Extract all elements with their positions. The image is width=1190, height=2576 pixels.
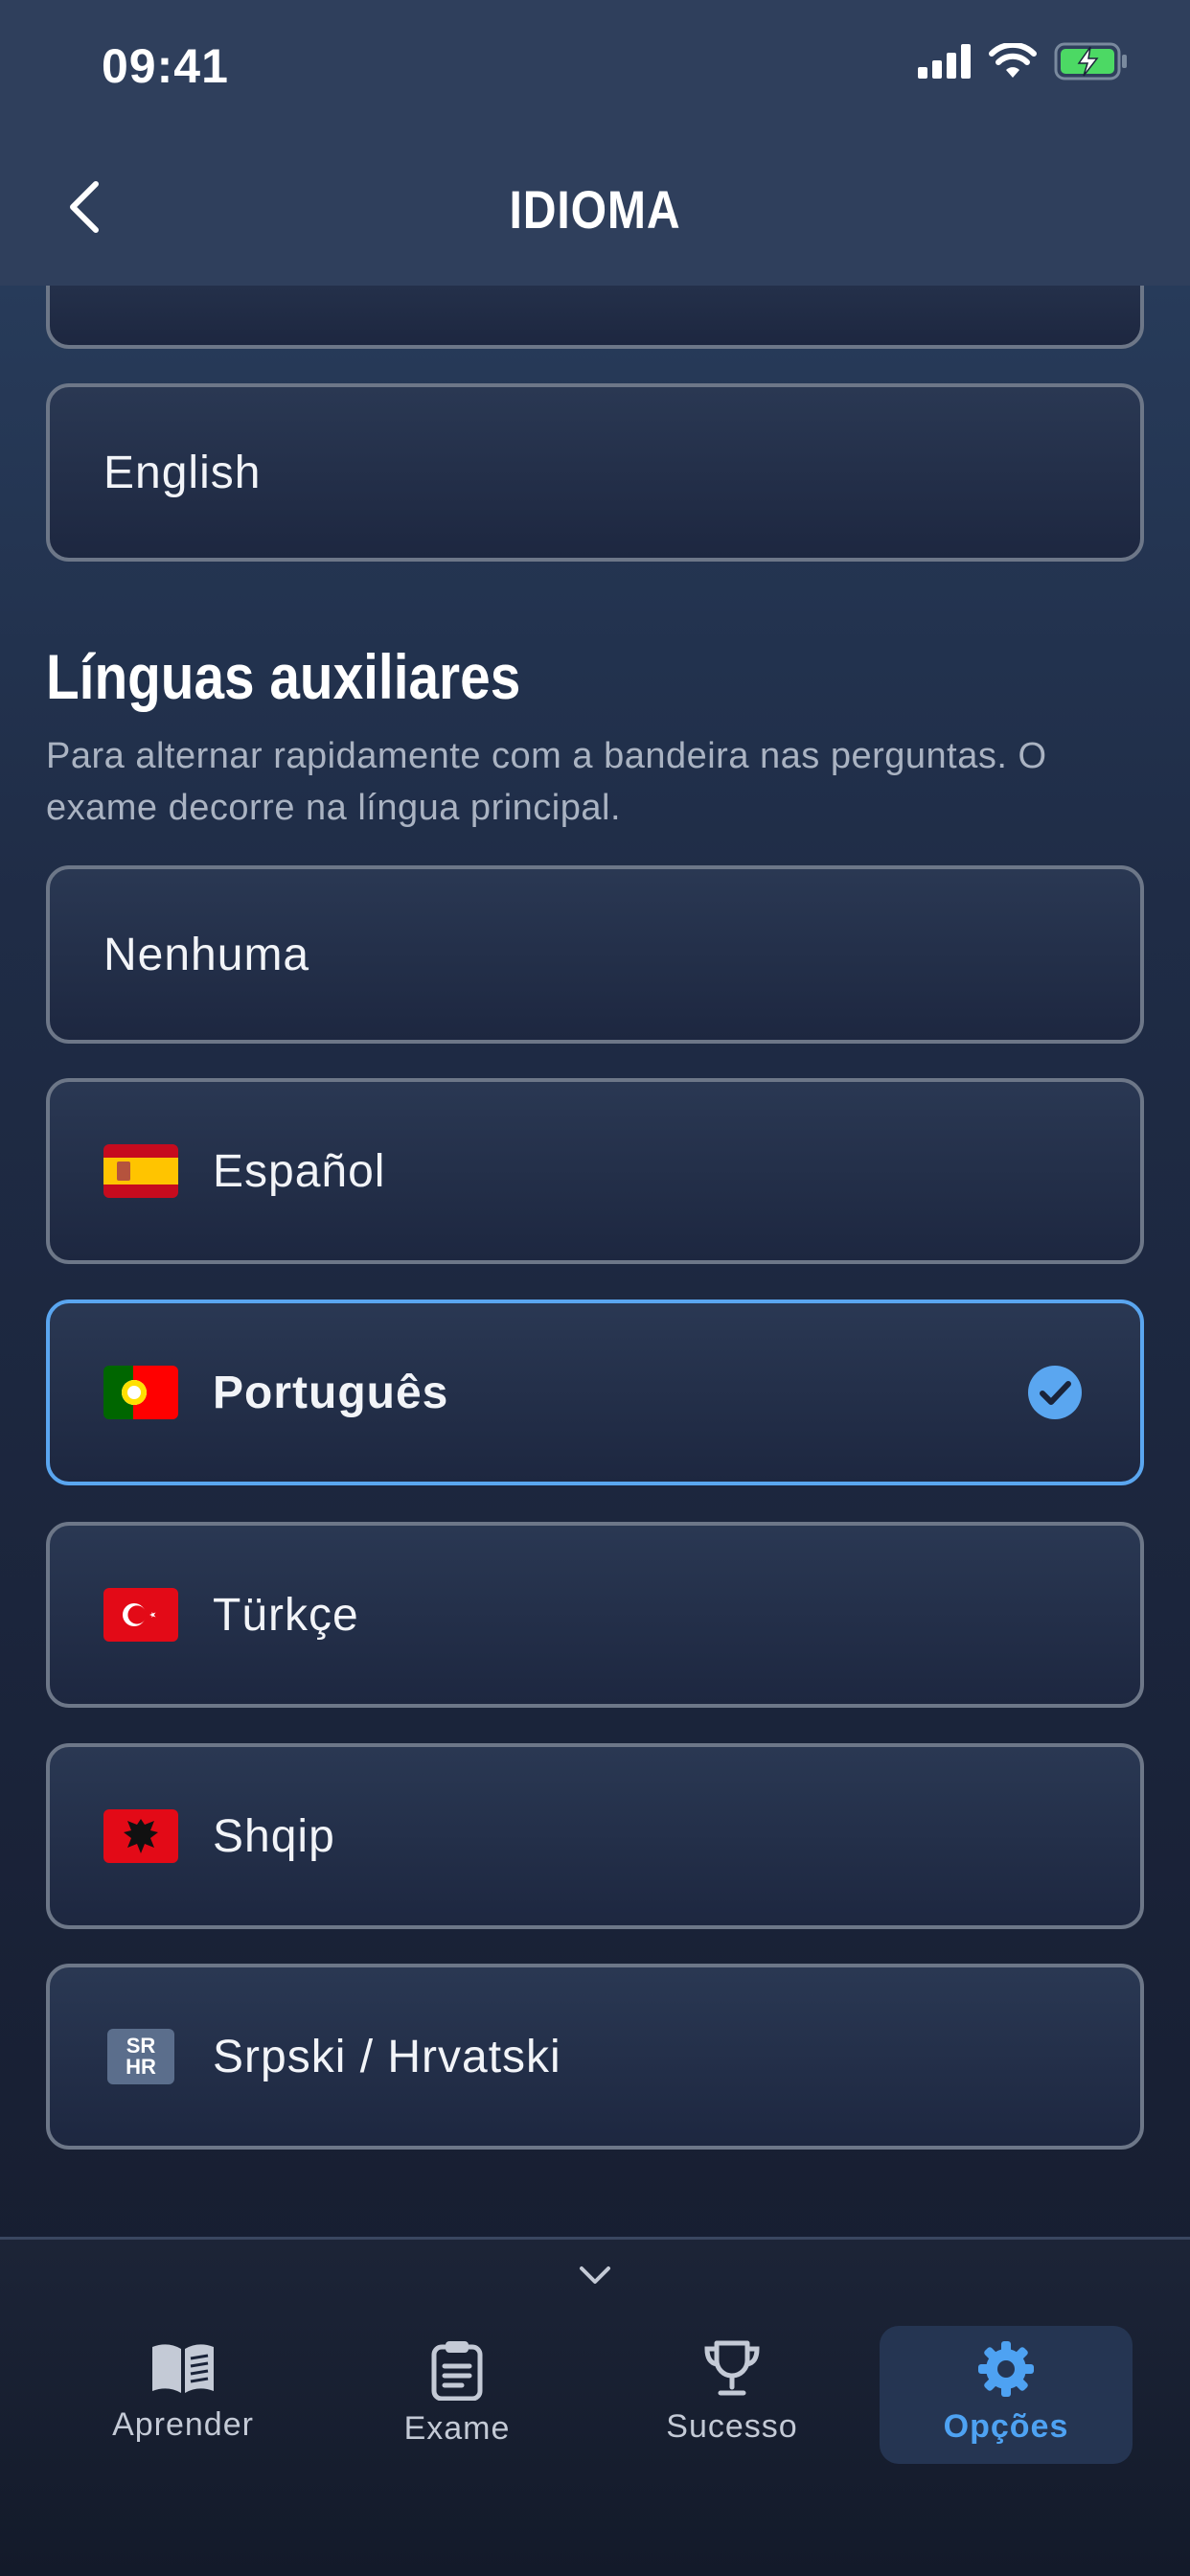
albania-flag-icon — [103, 1809, 178, 1863]
top-bar: 09:41 IDIOMA — [0, 0, 1190, 286]
primary-language-label: English — [103, 447, 262, 498]
chevron-down-icon[interactable] — [578, 2265, 612, 2286]
portugal-flag-icon — [103, 1366, 178, 1419]
aux-option-label: Español — [213, 1145, 386, 1197]
page-title: IDIOMA — [509, 179, 681, 240]
badge-bottom-text: HR — [126, 2055, 156, 2079]
signal-icon — [918, 44, 971, 79]
auxiliary-section-title: Línguas auxiliares — [46, 641, 521, 712]
tab-label: Exame — [403, 2410, 511, 2447]
checkmark-circle-icon — [1028, 1366, 1082, 1419]
turkey-flag-icon — [103, 1588, 178, 1642]
tab-label: Sucesso — [666, 2408, 798, 2445]
tab-label: Aprender — [112, 2406, 254, 2443]
aux-option-label: Türkçe — [213, 1589, 359, 1641]
tab-aprender[interactable]: Aprender — [57, 2326, 309, 2464]
sr-hr-badge-icon: SR HR — [107, 2029, 174, 2084]
badge-top-text: SR — [126, 2034, 156, 2058]
gear-icon — [978, 2341, 1034, 2397]
tab-exame[interactable]: Exame — [331, 2326, 584, 2464]
aux-option-srpski-hrvatski[interactable]: SR HR Srpski / Hrvatski — [46, 1964, 1144, 2150]
status-icons — [918, 42, 1129, 80]
auxiliary-section-subtitle: Para alternar rapidamente com a bandeira… — [46, 736, 1047, 828]
battery-charging-icon — [1054, 42, 1127, 80]
aux-option-none[interactable]: Nenhuma — [46, 865, 1144, 1044]
wifi-icon — [989, 43, 1037, 78]
aux-option-shqip[interactable]: Shqip — [46, 1743, 1144, 1929]
status-time: 09:41 — [102, 39, 229, 93]
aux-option-turkce[interactable]: Türkçe — [46, 1522, 1144, 1708]
tab-label: Opções — [943, 2408, 1069, 2445]
aux-option-label: Português — [213, 1367, 449, 1418]
aux-option-portugues[interactable]: Português — [46, 1300, 1144, 1485]
trophy-icon — [704, 2340, 760, 2396]
primary-language-card[interactable]: English — [46, 383, 1144, 562]
bottom-tab-bar: Aprender Exame Sucesso Opções — [0, 2237, 1190, 2576]
language-content: English Línguas auxiliares Para alternar… — [0, 0, 1190, 2239]
aux-option-label: Nenhuma — [103, 929, 310, 980]
spain-flag-icon — [103, 1144, 178, 1198]
tab-opcoes[interactable]: Opções — [880, 2326, 1133, 2464]
tab-sucesso[interactable]: Sucesso — [606, 2326, 858, 2464]
clipboard-icon — [431, 2341, 483, 2401]
aux-option-espanol[interactable]: Español — [46, 1078, 1144, 1264]
aux-option-label: Shqip — [213, 1810, 335, 1862]
aux-option-label: Srpski / Hrvatski — [213, 2031, 561, 2082]
open-book-icon — [152, 2344, 214, 2393]
